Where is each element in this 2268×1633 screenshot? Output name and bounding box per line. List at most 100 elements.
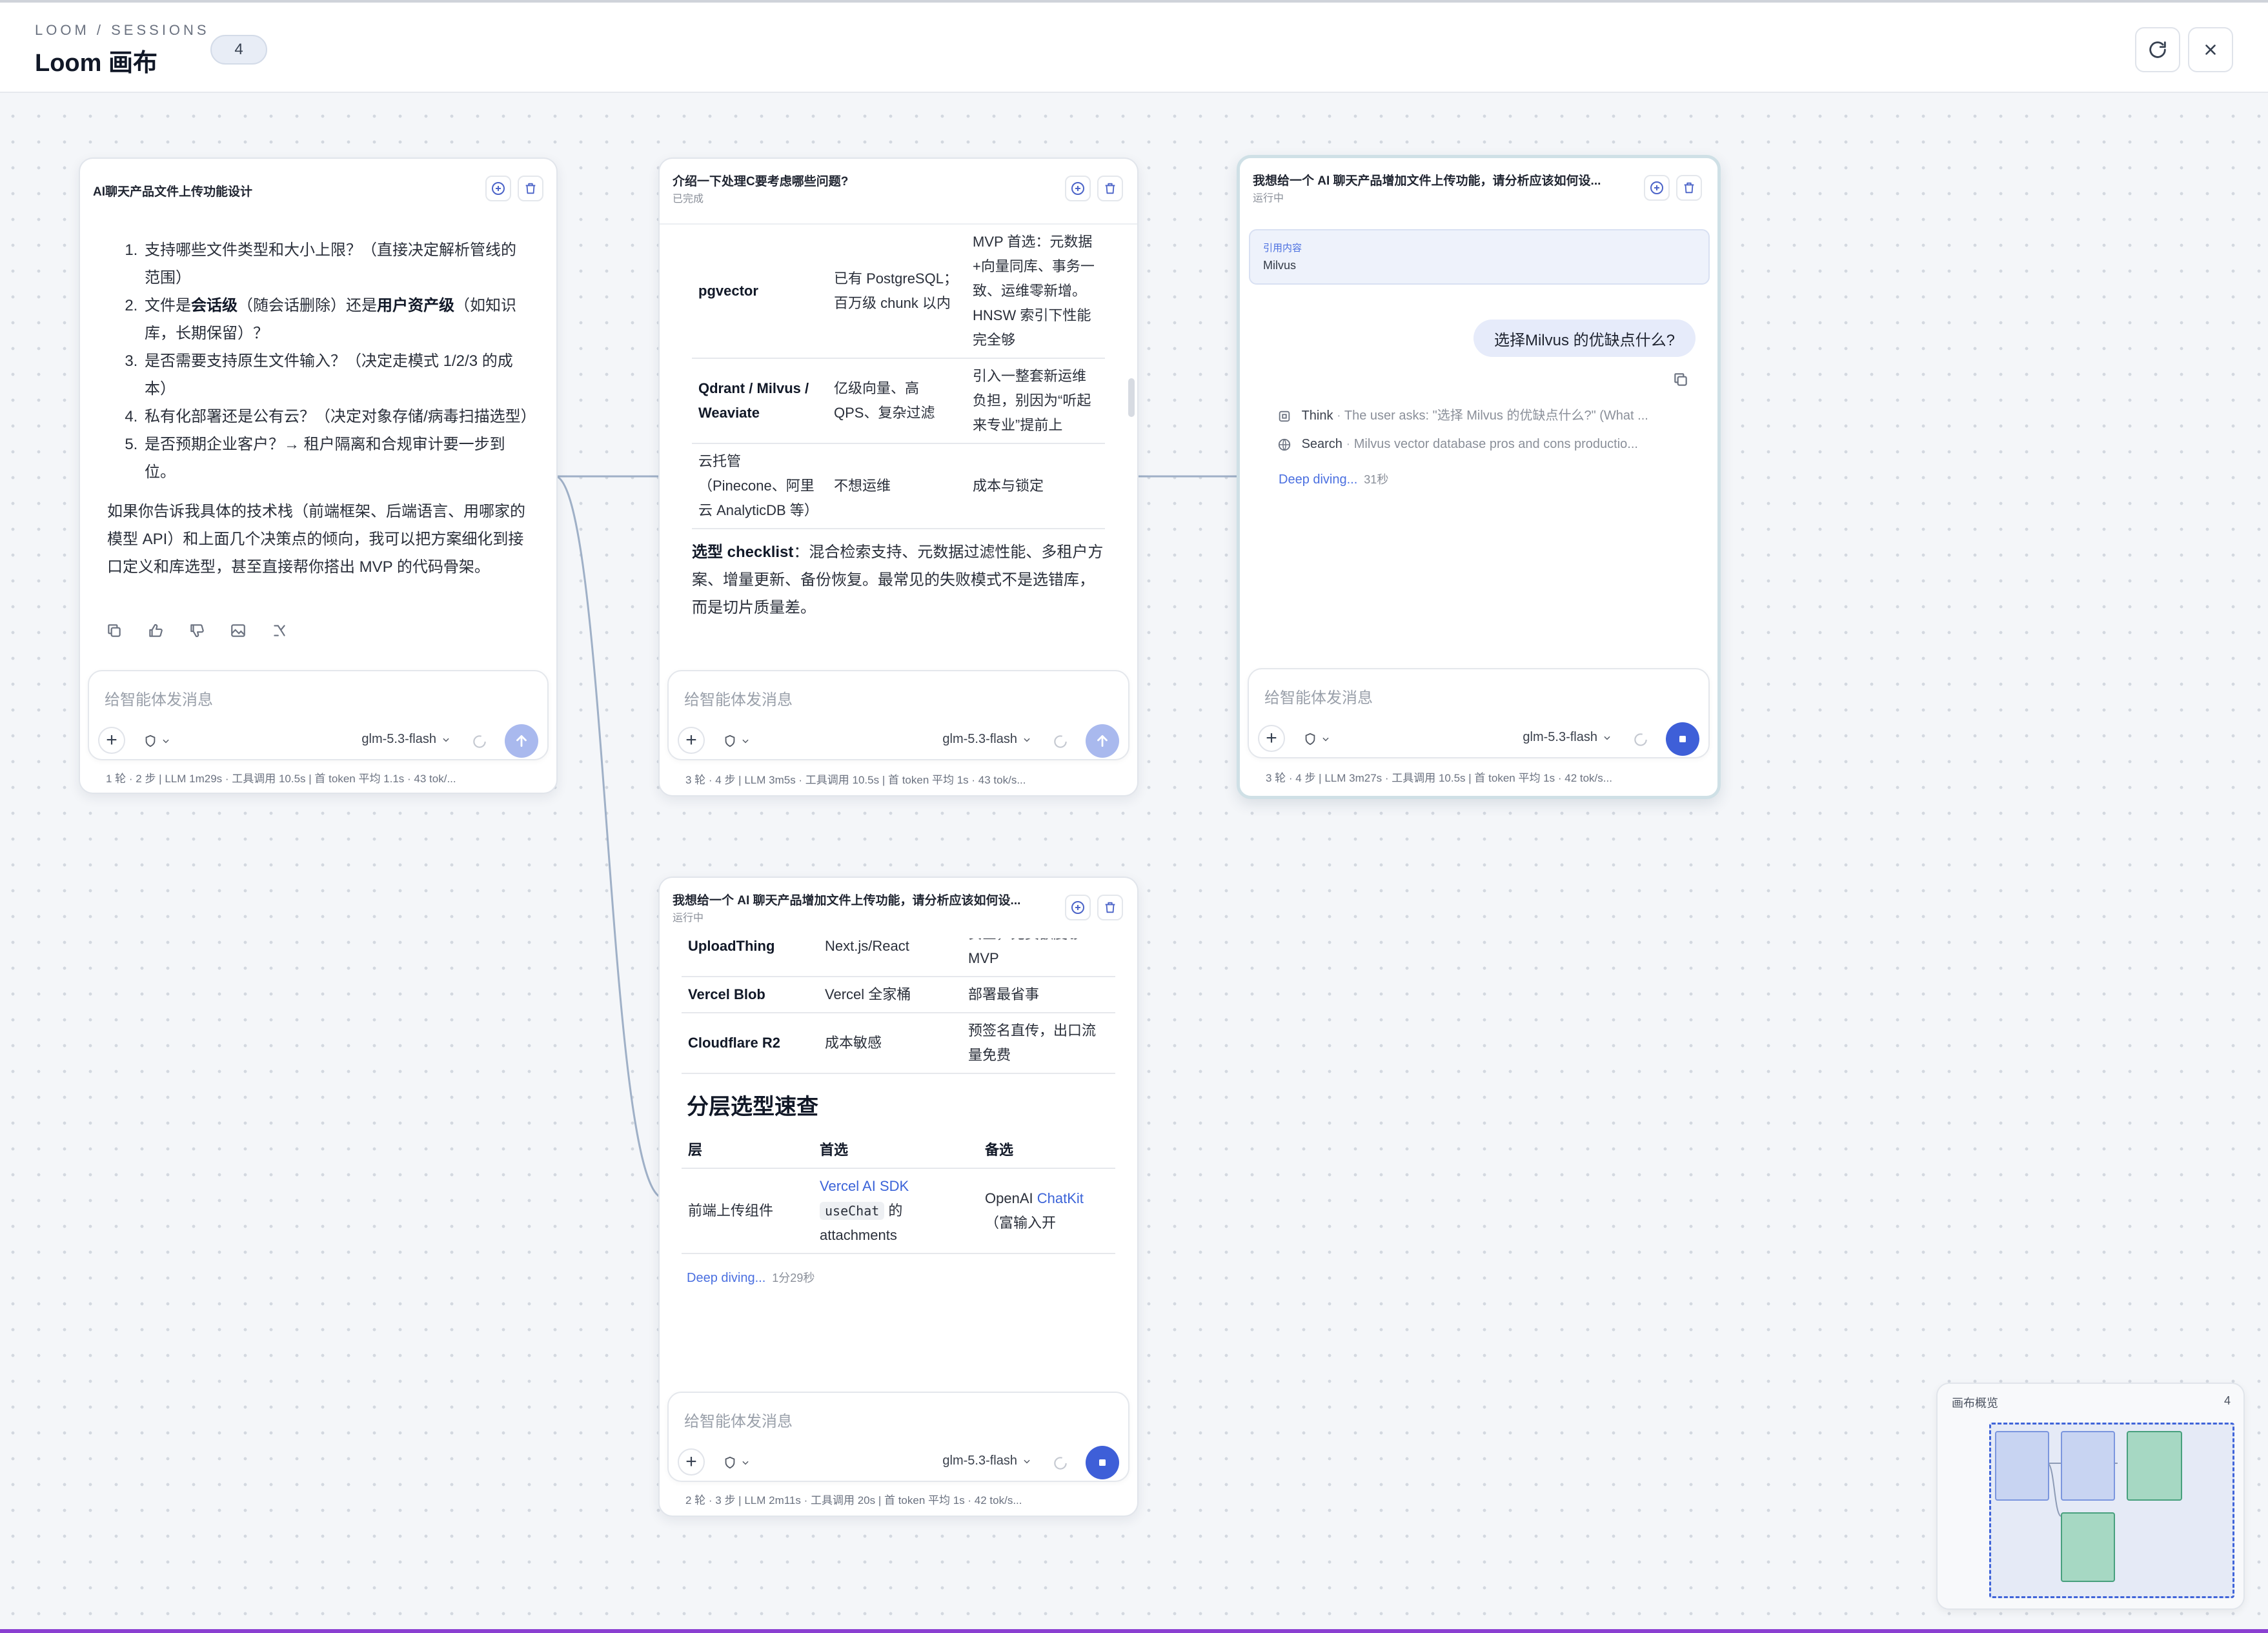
trash-icon bbox=[1105, 902, 1115, 913]
arrow-up-icon bbox=[516, 735, 527, 747]
card-title: 我想给一个 AI 聊天产品增加文件上传功能，请分析应该如何设... bbox=[673, 894, 1021, 908]
table-row: UploadThingNext.js/React安全，免费额度够 MVP bbox=[682, 938, 1115, 977]
minimap-node[interactable] bbox=[1995, 1431, 2049, 1501]
branch-button[interactable] bbox=[1065, 895, 1091, 920]
chevron-down-icon bbox=[1604, 736, 1610, 740]
delete-button[interactable] bbox=[1097, 176, 1123, 201]
minimap-node[interactable] bbox=[2061, 1512, 2115, 1582]
message-input[interactable]: 给智能体发消息 bbox=[684, 1408, 793, 1431]
canvas-minimap[interactable]: 画布概览 4 bbox=[1936, 1383, 2245, 1610]
table-row: 云托管（Pinecone、阿里云 AnalyticDB 等） 不想运维 成本与锁… bbox=[692, 443, 1105, 529]
branch-button[interactable] bbox=[1065, 176, 1091, 201]
user-message-bubble: 选择Milvus 的优缺点什么? bbox=[1473, 320, 1696, 357]
card-header: 我想给一个 AI 聊天产品增加文件上传功能，请分析应该如何设... 运行中 bbox=[1240, 158, 1717, 223]
checklist-paragraph: 选型 checklist：混合检索支持、元数据过滤性能、多租户方案、增量更新、备… bbox=[692, 543, 1104, 616]
arrow-up-icon bbox=[1097, 735, 1108, 747]
model-select[interactable]: glm-5.3-flash bbox=[942, 1454, 1031, 1468]
list-item: 是否预期企业客户？→ 租户隔离和合规审计要一步到位。 bbox=[142, 431, 531, 486]
permission-dropdown[interactable] bbox=[143, 729, 170, 753]
attach-button[interactable]: + bbox=[1258, 725, 1285, 752]
vector-db-table: pgvector 已有 PostgreSQL；百万级 chunk 以内 MVP … bbox=[692, 225, 1105, 529]
thumbs-down-icon[interactable] bbox=[188, 622, 205, 639]
deep-diving-status: Deep diving... 1分29秒 bbox=[687, 1271, 815, 1285]
stop-icon bbox=[1099, 1459, 1106, 1466]
attach-button[interactable]: + bbox=[678, 727, 705, 754]
branch-button[interactable] bbox=[485, 176, 511, 201]
attach-button[interactable]: + bbox=[98, 727, 125, 754]
send-button[interactable] bbox=[1086, 724, 1119, 758]
send-button[interactable] bbox=[505, 724, 538, 758]
chatkit-link[interactable]: ChatKit bbox=[1037, 1190, 1084, 1206]
message-composer: 给智能体发消息 + glm-5.3-flash bbox=[667, 670, 1129, 760]
quote-label: 引用内容 bbox=[1263, 243, 1302, 254]
chevron-down-icon bbox=[742, 1461, 749, 1465]
chevron-down-icon bbox=[1024, 1459, 1030, 1463]
chevron-down-icon bbox=[1024, 738, 1030, 742]
minimap-viewport[interactable] bbox=[1989, 1423, 2234, 1598]
model-select[interactable]: glm-5.3-flash bbox=[942, 732, 1031, 747]
table-row: 前端上传组件 Vercel AI SDK useChat 的 attachments… bbox=[682, 1168, 1115, 1254]
branch-button[interactable] bbox=[1644, 175, 1670, 201]
message-composer: 给智能体发消息 + glm-5.3-flash bbox=[667, 1392, 1129, 1482]
delete-button[interactable] bbox=[1097, 895, 1123, 920]
loading-icon bbox=[1054, 1457, 1067, 1470]
loading-icon bbox=[473, 735, 486, 748]
permission-dropdown[interactable] bbox=[723, 1451, 750, 1474]
delete-button[interactable] bbox=[518, 176, 543, 201]
stop-button[interactable] bbox=[1086, 1446, 1119, 1479]
list-item: 文件是会话级（随会话删除）还是用户资产级（如知识库，长期保留）？ bbox=[142, 292, 531, 347]
stop-button[interactable] bbox=[1666, 722, 1699, 756]
shield-icon bbox=[1305, 733, 1315, 746]
chevron-down-icon bbox=[1322, 737, 1329, 742]
card-header: 介绍一下处理C要考虑哪些问题? 已完成 bbox=[660, 159, 1137, 223]
minimap-node[interactable] bbox=[2127, 1431, 2182, 1501]
chevron-down-icon bbox=[742, 739, 749, 744]
tool-step-think[interactable]: Think · The user asks: "选择 Milvus 的优缺点什么… bbox=[1277, 405, 1703, 423]
delete-button[interactable] bbox=[1676, 175, 1702, 201]
permission-dropdown[interactable] bbox=[1303, 727, 1330, 751]
session-stats: 3 轮 · 4 步 | LLM 3m27s · 工具调用 10.5s | 首 t… bbox=[1266, 772, 1612, 784]
status-badge: 运行中 bbox=[1253, 193, 1284, 204]
vercel-sdk-link[interactable]: Vercel AI SDK bbox=[820, 1178, 909, 1194]
session-stats: 3 轮 · 4 步 | LLM 3m5s · 工具调用 10.5s | 首 to… bbox=[685, 774, 1026, 786]
scrollbar[interactable] bbox=[1128, 378, 1135, 417]
card-title: AI聊天产品文件上传功能设计 bbox=[93, 185, 253, 199]
message-input[interactable]: 给智能体发消息 bbox=[1264, 685, 1373, 707]
tool-step-search[interactable]: Search · Milvus vector database pros and… bbox=[1277, 437, 1703, 452]
model-select[interactable]: glm-5.3-flash bbox=[1523, 730, 1612, 745]
chevron-down-icon bbox=[163, 739, 169, 744]
message-actions bbox=[106, 622, 288, 639]
message-composer: 给智能体发消息 + glm-5.3-flash bbox=[1248, 668, 1710, 758]
think-icon bbox=[1279, 411, 1290, 421]
card-header: 我想给一个 AI 聊天产品增加文件上传功能，请分析应该如何设... 运行中 bbox=[660, 878, 1137, 942]
card-title: 我想给一个 AI 聊天产品增加文件上传功能，请分析应该如何设... bbox=[1253, 174, 1601, 188]
list-item: 私有化部署还是公有云？（决定对象存储/病毒扫描选型） bbox=[142, 403, 536, 431]
session-card-1[interactable]: AI聊天产品文件上传功能设计 支持哪些文件类型和大小上限？（直接决定解析管线的范… bbox=[79, 157, 558, 794]
decision-list: 支持哪些文件类型和大小上限？（直接决定解析管线的范围） 文件是会话级（随会话删除… bbox=[107, 236, 536, 486]
branch-icon[interactable] bbox=[271, 622, 288, 639]
quoted-content: 引用内容 Milvus bbox=[1249, 229, 1710, 285]
list-item: 支持哪些文件类型和大小上限？（直接决定解析管线的范围） bbox=[142, 236, 531, 292]
card-header: AI聊天产品文件上传功能设计 bbox=[80, 159, 556, 223]
minimap-node[interactable] bbox=[2061, 1431, 2115, 1501]
session-card-2[interactable]: 介绍一下处理C要考虑哪些问题? 已完成 pgvector 已有 PostgreS… bbox=[658, 157, 1139, 796]
copy-icon[interactable] bbox=[1672, 371, 1689, 388]
shield-icon bbox=[145, 735, 156, 747]
permission-dropdown[interactable] bbox=[723, 729, 750, 753]
message-input[interactable]: 给智能体发消息 bbox=[105, 687, 213, 709]
loading-icon bbox=[1054, 735, 1067, 748]
thumbs-up-icon[interactable] bbox=[147, 622, 164, 639]
section-heading: 分层选型速查 bbox=[687, 1095, 818, 1119]
session-card-4[interactable]: 我想给一个 AI 聊天产品增加文件上传功能，请分析应该如何设... 运行中 Up… bbox=[658, 877, 1139, 1517]
copy-icon[interactable] bbox=[106, 622, 123, 639]
message-input[interactable]: 给智能体发消息 bbox=[684, 687, 793, 709]
list-item: 是否需要支持原生文件输入？（决定走模式 1/2/3 的成本） bbox=[142, 347, 531, 403]
minimap-count: 4 bbox=[2223, 1394, 2231, 1407]
image-icon[interactable] bbox=[230, 622, 247, 639]
shield-icon bbox=[725, 735, 735, 747]
session-card-3[interactable]: 我想给一个 AI 聊天产品增加文件上传功能，请分析应该如何设... 运行中 引用… bbox=[1237, 155, 1721, 799]
add-circle-icon bbox=[1650, 181, 1663, 194]
attach-button[interactable]: + bbox=[678, 1448, 705, 1476]
storage-table: UploadThingNext.js/React安全，免费额度够 MVP Ver… bbox=[682, 938, 1115, 1074]
model-select[interactable]: glm-5.3-flash bbox=[361, 732, 451, 747]
